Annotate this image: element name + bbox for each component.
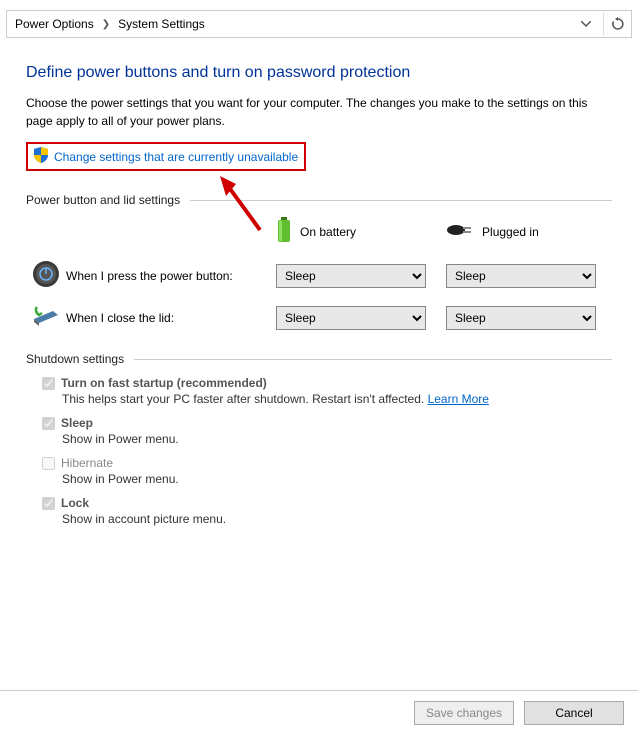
breadcrumb-level2[interactable]: System Settings [116,17,207,31]
press-button-plugged-select[interactable]: Sleep [446,264,596,288]
breadcrumb-level1[interactable]: Power Options [13,17,96,31]
row-press-power-button: When I press the power button: Sleep Sle… [26,260,612,291]
close-lid-battery-select[interactable]: Sleep [276,306,426,330]
change-settings-link-box: Change settings that are currently unava… [26,142,306,171]
section-power-button: Power button and lid settings [26,193,612,207]
option-fast-startup: Turn on fast startup (recommended) This … [42,376,612,406]
fast-startup-label: Turn on fast startup (recommended) [61,376,267,390]
fast-startup-checkbox[interactable] [42,377,55,390]
section-title: Shutdown settings [26,352,124,366]
page-title: Define power buttons and turn on passwor… [26,64,612,82]
fast-startup-desc: This helps start your PC faster after sh… [62,392,612,406]
row-label: When I press the power button: [66,269,276,283]
hibernate-desc: Show in Power menu. [62,472,612,486]
learn-more-link[interactable]: Learn More [428,392,489,406]
laptop-lid-icon [31,305,61,330]
change-settings-link[interactable]: Change settings that are currently unava… [54,150,298,164]
col-on-battery: On battery [276,217,356,246]
sleep-label: Sleep [61,416,93,430]
power-button-icon [32,260,60,291]
col-plugged-in: Plugged in [446,222,539,241]
section-title: Power button and lid settings [26,193,180,207]
lock-checkbox[interactable] [42,497,55,510]
page-description: Choose the power settings that you want … [26,94,612,130]
option-lock: Lock Show in account picture menu. [42,496,612,526]
chevron-right-icon: ❯ [102,19,110,30]
press-button-battery-select[interactable]: Sleep [276,264,426,288]
lock-label: Lock [61,496,89,510]
hibernate-checkbox[interactable] [42,457,55,470]
battery-icon [276,217,292,246]
column-headers: On battery Plugged in [276,217,612,246]
sleep-checkbox[interactable] [42,417,55,430]
footer-buttons: Save changes Cancel [0,690,638,735]
uac-shield-icon [34,147,48,166]
section-shutdown: Shutdown settings [26,352,612,366]
sleep-desc: Show in Power menu. [62,432,612,446]
col-battery-label: On battery [300,225,356,239]
col-plugged-label: Plugged in [482,225,539,239]
lock-desc: Show in account picture menu. [62,512,612,526]
breadcrumb: Power Options ❯ System Settings [6,10,632,38]
refresh-icon[interactable] [603,13,625,35]
row-close-lid: When I close the lid: Sleep Sleep [26,305,612,330]
chevron-down-icon[interactable] [575,13,597,35]
plug-icon [446,222,474,241]
close-lid-plugged-select[interactable]: Sleep [446,306,596,330]
cancel-button[interactable]: Cancel [524,701,624,725]
hibernate-label: Hibernate [61,456,113,470]
row-label: When I close the lid: [66,311,276,325]
save-button[interactable]: Save changes [414,701,514,725]
option-sleep: Sleep Show in Power menu. [42,416,612,446]
option-hibernate: Hibernate Show in Power menu. [42,456,612,486]
